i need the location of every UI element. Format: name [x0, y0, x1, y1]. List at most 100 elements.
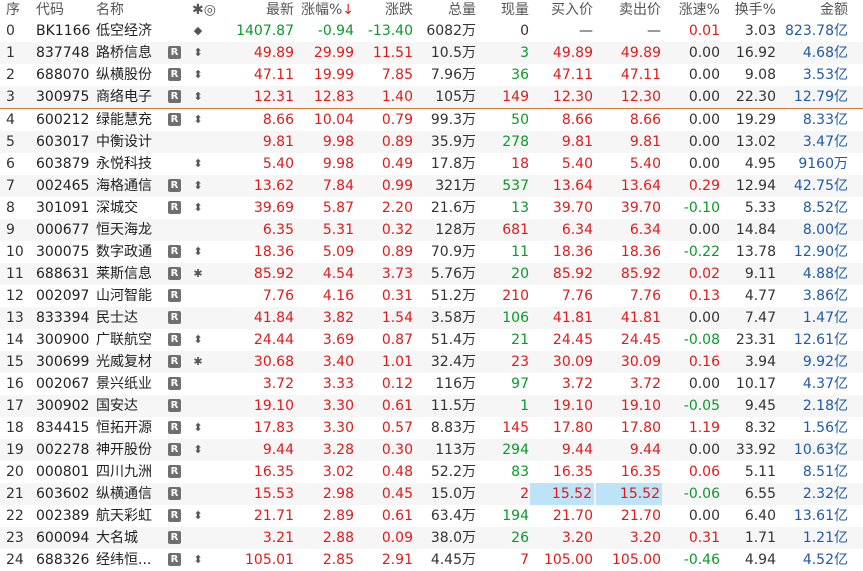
change-percent: 10.04 [313, 112, 354, 128]
current-volume: 294 [502, 442, 529, 458]
change-speed: 0.00 [688, 134, 720, 150]
last-price: 24.44 [253, 332, 294, 348]
col-header-bid[interactable]: 买入价 [533, 0, 593, 20]
stock-code: 002465 [36, 178, 90, 194]
change-amount: 0.49 [381, 156, 413, 172]
table-row[interactable]: 15 300699 光威复材 30.68 3.40 1.01 32.4万 23 30.09 30.… [0, 351, 863, 373]
table-row[interactable]: 14 300900 广联航空 24.44 3.69 0.87 51.4万 21 24.45 24.… [0, 329, 863, 351]
col-header-chg[interactable]: 涨跌 [358, 0, 413, 20]
change-speed: 0.00 [688, 112, 720, 128]
col-header-vol[interactable]: 总量 [416, 0, 476, 20]
table-row[interactable]: 19 002278 神开股份 9.44 3.28 0.30 113万 294 9.44 9.44 0… [0, 439, 863, 461]
bid-price: 9.81 [561, 134, 593, 150]
col-header-tov[interactable]: 换手% [724, 0, 776, 20]
stock-quote-table: 序 代码 名称 ✱◎ 最新 涨幅%↓ 涨跌 总量 现量 买入价 卖出价 涨速% … [0, 0, 863, 571]
stock-name: 海格通信 [96, 178, 152, 194]
current-volume: 23 [511, 354, 529, 370]
change-speed: -0.10 [683, 200, 720, 216]
current-volume: 537 [502, 178, 529, 194]
change-speed: 1.19 [688, 420, 720, 436]
col-header-price[interactable]: 最新 [226, 0, 294, 20]
change-percent: 2.88 [322, 530, 354, 546]
table-row[interactable]: 3 300975 商络电子 12.31 12.83 1.40 105万 149 12.30 12.… [0, 86, 863, 109]
table-row[interactable]: 13 833394 民士达 41.84 3.82 1.54 3.58万 106 41.81 41.… [0, 307, 863, 329]
last-price: 17.83 [253, 420, 294, 436]
ask-price: 41.81 [620, 310, 661, 326]
trade-amount: 8.52亿 [802, 200, 848, 216]
col-header-seq[interactable]: 序 [6, 0, 28, 20]
margin-trading-badge: R [168, 179, 181, 192]
col-header-cur[interactable]: 现量 [480, 0, 529, 20]
table-row[interactable]: 6 603879 永悦科技 5.40 9.98 0.49 17.8万 18 5.40 5.40 0.… [0, 153, 863, 175]
col-header-spd[interactable]: 涨速% [664, 0, 720, 20]
table-row[interactable]: 7 002465 海格通信 13.62 7.84 0.99 321万 537 13.64 13.6… [0, 175, 863, 197]
col-header-amt[interactable]: 金额 [780, 0, 848, 20]
row-seq: 15 [6, 354, 24, 370]
trade-amount: 823.78亿 [785, 23, 848, 39]
table-row[interactable]: 1 837748 路桥信息 49.89 29.99 11.51 10.5万 3 49.89 49.… [0, 42, 863, 64]
current-volume: 2 [520, 486, 529, 502]
table-row[interactable]: 12 002097 山河智能 7.76 4.16 0.31 51.2万 210 7.76 7.76… [0, 285, 863, 307]
stock-code: 600094 [36, 530, 90, 546]
stock-code: 300975 [36, 89, 90, 105]
stock-code: 300075 [36, 244, 90, 260]
trade-amount: 2.32亿 [802, 486, 848, 502]
col-header-name[interactable]: 名称 [96, 0, 156, 20]
table-row[interactable]: 18 834415 恒拓开源 17.83 3.30 0.57 8.83万 145 17.80 17… [0, 417, 863, 439]
change-amount: 0.89 [381, 244, 413, 260]
table-row[interactable]: 2 688070 纵横股份 47.11 19.99 7.85 7.96万 36 47.11 47.… [0, 64, 863, 86]
bid-price: 16.35 [552, 464, 593, 480]
change-amount: 0.61 [381, 398, 413, 414]
margin-trading-badge: R [168, 355, 181, 368]
col-header-mark[interactable]: ✱◎ [192, 0, 222, 20]
table-row[interactable]: 16 002067 景兴纸业 3.72 3.33 0.12 116万 97 3.72 3.72 0.… [0, 373, 863, 395]
last-price: 6.35 [262, 222, 294, 238]
bid-price: 7.76 [561, 288, 593, 304]
table-row[interactable]: 11 688631 莱斯信息 85.92 4.54 3.73 5.76万 20 85.92 85.… [0, 263, 863, 285]
col-header-code[interactable]: 代码 [36, 0, 100, 20]
stock-name: 深城交 [96, 200, 138, 216]
table-row[interactable]: 4 600212 绿能慧充 8.66 10.04 0.79 99.3万 50 8.66 8.66 0… [0, 109, 863, 131]
stock-code: 000801 [36, 464, 90, 480]
row-seq: 14 [6, 332, 24, 348]
stock-name: 神开股份 [96, 442, 152, 458]
change-percent: 9.98 [322, 134, 354, 150]
total-volume: 11.5万 [430, 398, 476, 414]
table-row[interactable]: 9 000677 恒天海龙 6.35 5.31 0.32 128万 681 6.34 6.34 0.… [0, 219, 863, 241]
turnover-rate: 16.92 [735, 45, 776, 61]
last-price: 39.69 [253, 200, 294, 216]
change-percent: 3.69 [322, 332, 354, 348]
stock-mark-icon: ✱ [193, 267, 203, 280]
table-row[interactable]: 21 603602 纵横通信 15.53 2.98 0.45 15.0万 2 15.52 15.5… [0, 483, 863, 505]
bid-price: 13.64 [552, 178, 593, 194]
table-row[interactable]: 22 002389 航天彩虹 21.71 2.89 0.61 63.4万 194 21.70 21… [0, 505, 863, 527]
trade-amount: 13.61亿 [793, 508, 848, 524]
table-row[interactable]: 10 300075 数字政通 18.36 5.09 0.89 70.9万 11 18.36 18.… [0, 241, 863, 263]
col-header-pct[interactable]: 涨幅%↓ [298, 0, 354, 20]
change-amount: 0.87 [381, 332, 413, 348]
stock-name: 中衡设计 [96, 134, 152, 150]
ask-price: 30.09 [620, 354, 661, 370]
stock-name: 绿能慧充 [96, 112, 152, 128]
total-volume: 5.76万 [430, 266, 476, 282]
table-row[interactable]: 17 300902 国安达 19.10 3.30 0.61 11.5万 1 19.10 19.10… [0, 395, 863, 417]
ask-price: 49.89 [620, 45, 661, 61]
stock-code: 600212 [36, 112, 90, 128]
change-speed: 0.00 [688, 156, 720, 172]
table-row[interactable]: 23 600094 大名城 3.21 2.88 0.09 38.0万 26 3.20 3.20 0.… [0, 527, 863, 549]
table-row[interactable]: 8 301091 深城交 39.69 5.87 2.20 21.6万 13 39.70 39.70… [0, 197, 863, 219]
sort-desc-icon: ↓ [342, 2, 354, 18]
ask-price: 16.35 [620, 464, 661, 480]
last-price: 9.81 [262, 134, 294, 150]
table-row[interactable]: 0 BK1166 低空经济 1407.87 -0.94 -13.40 6082万 0 — — 0.0… [0, 20, 863, 42]
turnover-rate: 5.11 [744, 464, 776, 480]
stock-code: 300900 [36, 332, 90, 348]
table-row[interactable]: 20 000801 四川九洲 16.35 3.02 0.48 52.2万 83 16.35 16.… [0, 461, 863, 483]
col-header-ask[interactable]: 卖出价 [597, 0, 661, 20]
current-volume: 21 [511, 332, 529, 348]
table-row[interactable]: 5 603017 中衡设计 9.81 9.98 0.89 35.9万 278 9.81 9.81 0… [0, 131, 863, 153]
total-volume: 128万 [435, 222, 476, 238]
last-price: 18.36 [253, 244, 294, 260]
margin-trading-badge: R [168, 421, 181, 434]
margin-trading-badge: R [168, 333, 181, 346]
